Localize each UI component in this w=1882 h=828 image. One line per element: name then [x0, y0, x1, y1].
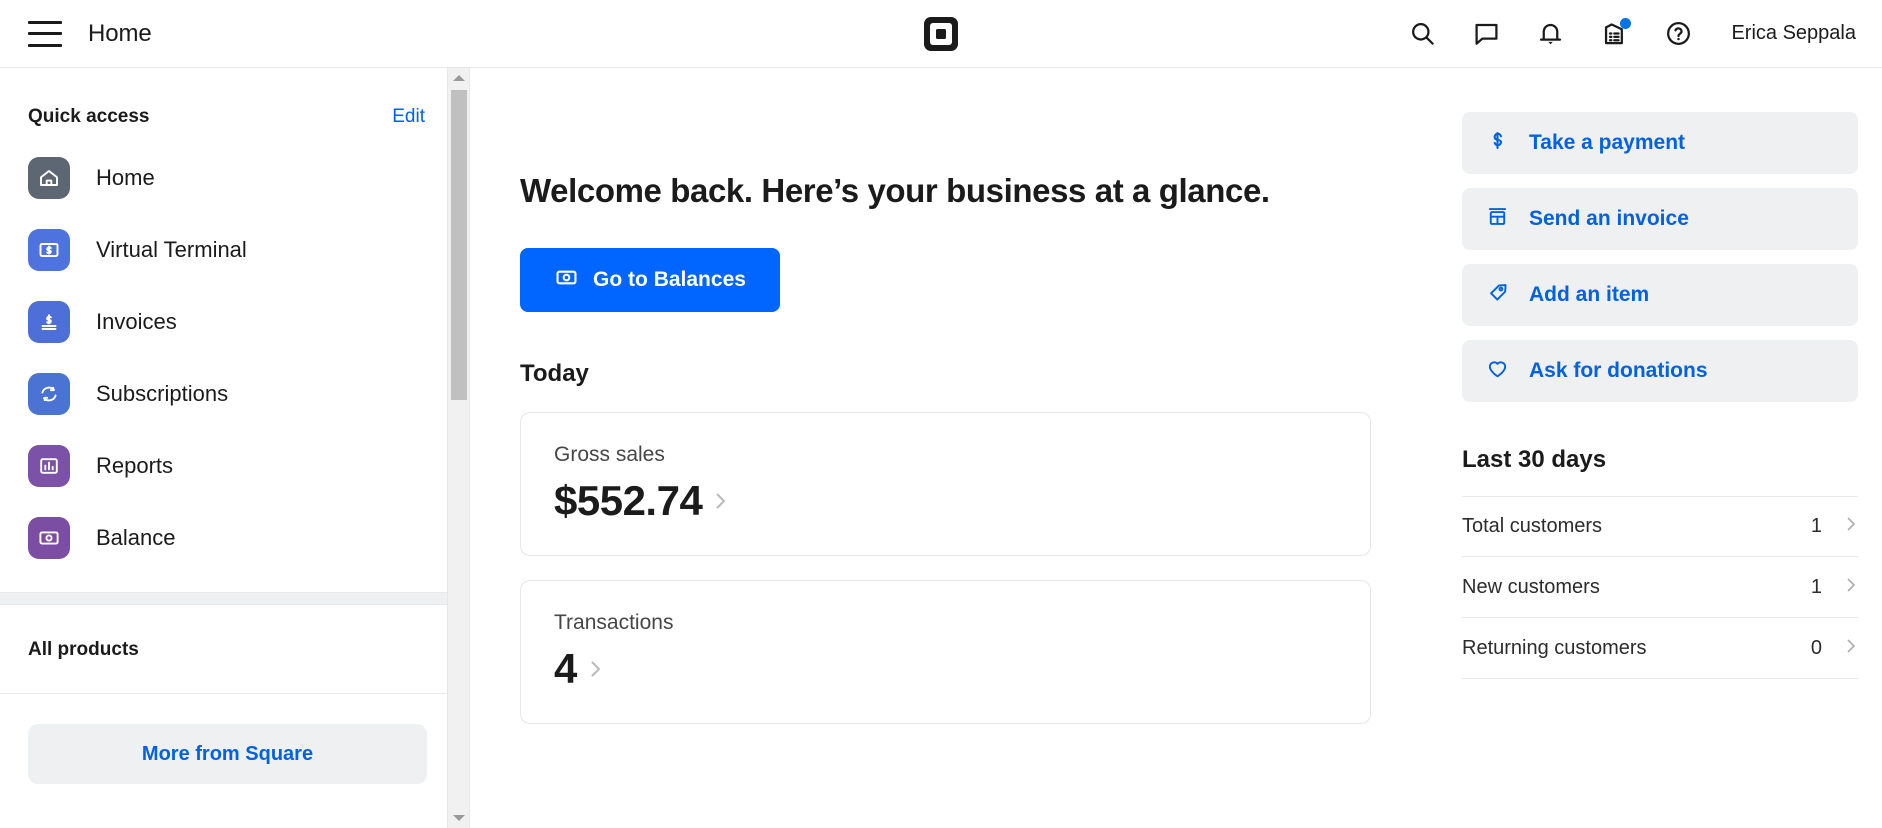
stat-label: Gross sales	[554, 443, 665, 466]
scrollbar-up-button[interactable]	[448, 68, 469, 88]
help-circle-icon[interactable]	[1663, 19, 1693, 49]
reports-bar-chart-icon	[28, 445, 70, 487]
customer-value: 1	[1810, 575, 1822, 598]
quick-access-title: Quick access	[28, 106, 150, 127]
action-label: Add an item	[1529, 283, 1650, 306]
price-tag-icon	[1486, 281, 1509, 309]
notification-badge-dot	[1620, 17, 1632, 29]
sidebar-item-home[interactable]: Home	[0, 142, 455, 214]
chevron-right-icon	[1844, 513, 1858, 540]
take-a-payment-button[interactable]: Take a payment	[1462, 112, 1858, 174]
sidebar-item-label: Subscriptions	[96, 381, 229, 406]
sidebar-item-label: Invoices	[96, 309, 177, 334]
square-logo[interactable]	[921, 14, 961, 54]
messages-icon[interactable]	[1471, 19, 1501, 49]
scrollbar-thumb[interactable]	[451, 90, 467, 400]
sidebar-item-label: Virtual Terminal	[96, 237, 247, 262]
customer-stats-list: Total customers 1 New customers 1 Return…	[1462, 496, 1858, 679]
quick-access-list: Home Virtual Terminal Invoices Subscript…	[0, 142, 455, 574]
customer-value: 0	[1810, 636, 1822, 659]
dollar-sign-icon	[1486, 129, 1509, 157]
sidebar-item-balance[interactable]: Balance	[0, 502, 455, 574]
invoice-table-icon	[1486, 205, 1509, 233]
action-label: Ask for donations	[1529, 359, 1708, 382]
customer-row-new[interactable]: New customers 1	[1462, 557, 1858, 618]
customer-label: Total customers	[1462, 515, 1603, 537]
customer-label: Returning customers	[1462, 636, 1647, 659]
chevron-right-icon	[1844, 635, 1858, 662]
invoices-icon	[28, 301, 70, 343]
virtual-terminal-icon	[28, 229, 70, 271]
sidebar-item-label: Home	[96, 165, 155, 190]
stat-label: Transactions	[554, 611, 674, 634]
sidebar-content: Quick access Edit Home Virtual Terminal …	[0, 106, 455, 828]
add-an-item-button[interactable]: Add an item	[1462, 264, 1858, 326]
sidebar-item-invoices[interactable]: Invoices	[0, 286, 455, 358]
search-icon[interactable]	[1407, 19, 1437, 49]
all-products-title: All products	[28, 639, 139, 660]
customer-label: New customers	[1462, 575, 1600, 598]
hamburger-bar	[28, 20, 62, 24]
stat-value-row: $552.74	[554, 477, 1370, 525]
sidebar-item-subscriptions[interactable]: Subscriptions	[0, 358, 455, 430]
customer-row-returning[interactable]: Returning customers 0	[1462, 618, 1858, 679]
ask-for-donations-button[interactable]: Ask for donations	[1462, 340, 1858, 402]
chevron-down-icon	[453, 815, 465, 821]
more-from-square-button[interactable]: More from Square	[28, 724, 427, 784]
user-name[interactable]: Erica Seppala	[1731, 22, 1856, 45]
page-title: Home	[88, 19, 152, 47]
sidebar-item-reports[interactable]: Reports	[0, 430, 455, 502]
chevron-up-icon	[453, 75, 465, 81]
notifications-bell-icon[interactable]	[1535, 19, 1565, 49]
sidebar-item-label: Reports	[96, 453, 174, 478]
balance-icon	[554, 265, 579, 295]
quick-access-edit-link[interactable]: Edit	[392, 106, 425, 128]
chevron-right-icon	[1844, 574, 1858, 601]
stat-value: $552.74	[554, 477, 703, 524]
last-30-days-title: Last 30 days	[1462, 446, 1607, 473]
hamburger-menu-icon[interactable]	[28, 20, 62, 47]
sidebar-item-virtual-terminal[interactable]: Virtual Terminal	[0, 214, 455, 286]
right-panel: Take a payment Send an invoice Add an it…	[1462, 68, 1882, 828]
tasks-clipboard-icon[interactable]	[1599, 17, 1632, 49]
sidebar-bottom-separator	[0, 693, 455, 694]
scrollbar-down-button[interactable]	[448, 808, 469, 828]
chevron-right-icon	[712, 487, 730, 515]
sidebar-section-divider	[0, 592, 455, 605]
header-actions: Erica Seppala	[1407, 17, 1856, 49]
action-label: Take a payment	[1529, 131, 1686, 154]
heart-icon	[1486, 357, 1509, 385]
top-header: Home Erica Seppala	[0, 0, 1882, 68]
customer-value: 1	[1810, 515, 1822, 537]
hamburger-bar	[28, 43, 62, 47]
stat-value-row: 4	[554, 645, 1370, 693]
sidebar-item-label: Balance	[96, 525, 176, 550]
customer-row-total[interactable]: Total customers 1	[1462, 496, 1858, 557]
stat-card-transactions[interactable]: Transactions 4	[520, 580, 1371, 724]
balance-icon	[28, 517, 70, 559]
send-an-invoice-button[interactable]: Send an invoice	[1462, 188, 1858, 250]
stat-card-gross-sales[interactable]: Gross sales $552.74	[520, 412, 1371, 556]
stat-value: 4	[554, 645, 577, 692]
chevron-right-icon	[587, 655, 605, 683]
home-icon	[28, 157, 70, 199]
action-label: Send an invoice	[1529, 207, 1689, 230]
sidebar: Quick access Edit Home Virtual Terminal …	[0, 68, 470, 828]
go-to-balances-label: Go to Balances	[593, 268, 746, 291]
subscriptions-icon	[28, 373, 70, 415]
go-to-balances-button[interactable]: Go to Balances	[520, 248, 780, 312]
quick-access-header: Quick access Edit	[0, 106, 455, 128]
hamburger-bar	[28, 32, 62, 35]
sidebar-scrollbar[interactable]	[447, 68, 469, 828]
